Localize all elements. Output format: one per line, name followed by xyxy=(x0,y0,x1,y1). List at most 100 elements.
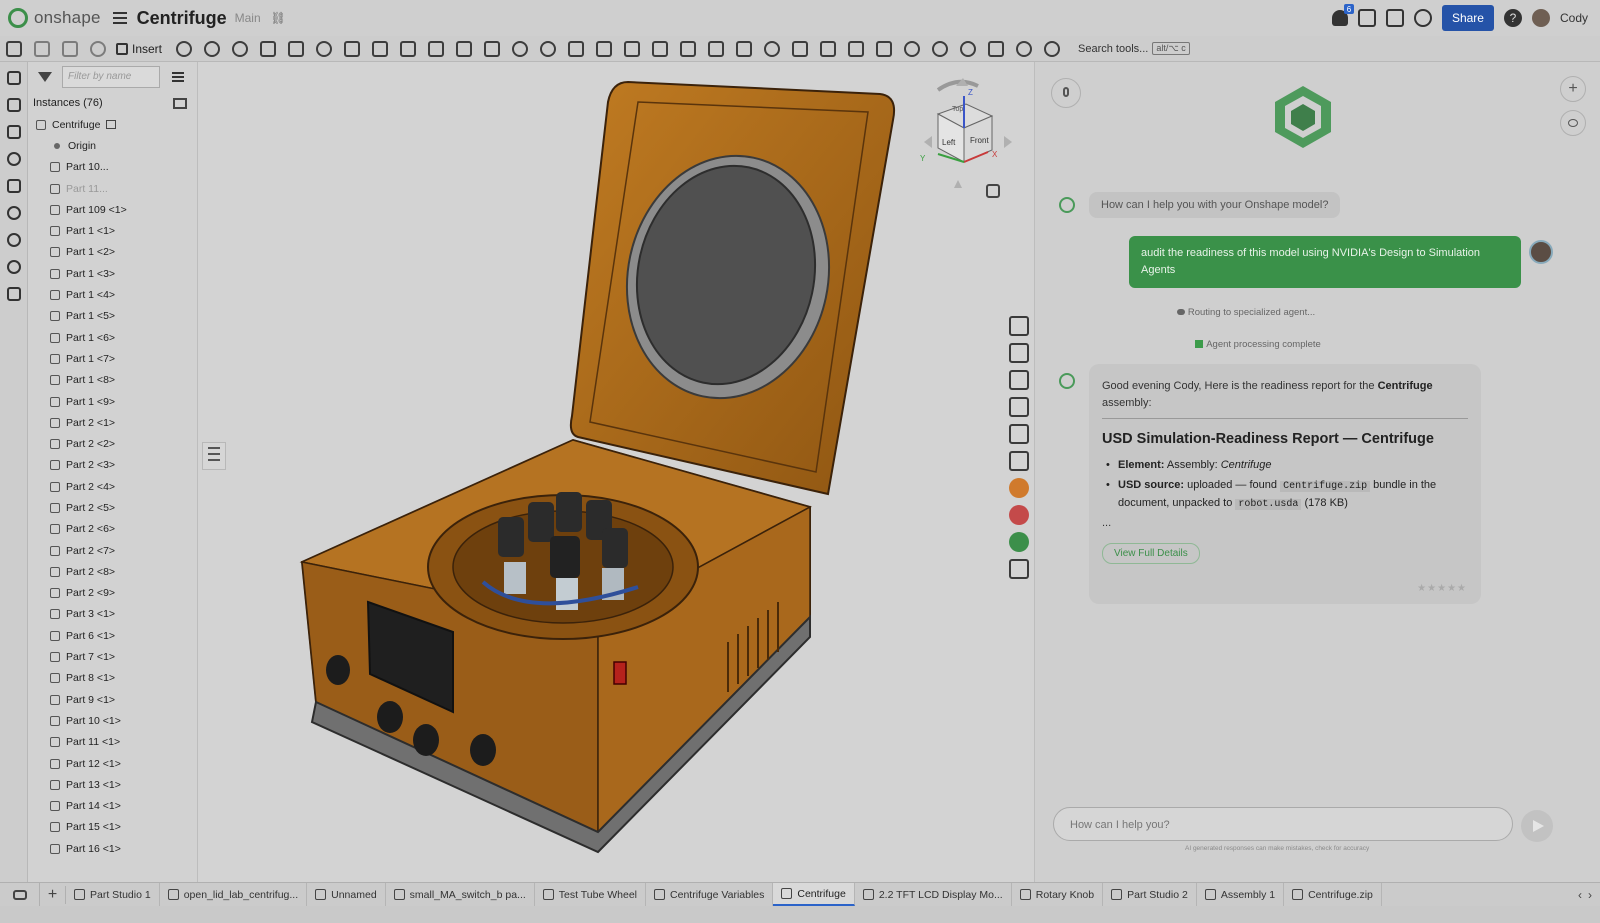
filter-input[interactable]: Filter by name xyxy=(62,66,160,88)
calculator-icon[interactable] xyxy=(1357,9,1376,27)
rating-stars[interactable]: ★★★★★ xyxy=(1417,583,1467,594)
animate-icon[interactable] xyxy=(960,40,977,57)
screw-relation-icon[interactable] xyxy=(624,40,641,57)
cylindrical-mate-icon[interactable] xyxy=(316,40,333,57)
tree-item[interactable]: Part 9 <1> xyxy=(28,689,197,710)
app-store-icon[interactable] xyxy=(1044,40,1061,57)
extensions-icon[interactable] xyxy=(1016,40,1033,57)
element-tab[interactable]: Unnamed xyxy=(307,883,386,906)
notes-icon[interactable] xyxy=(6,179,21,193)
replicate-icon[interactable] xyxy=(176,40,193,57)
tree-item[interactable]: Part 2 <9> xyxy=(28,583,197,604)
tree-item[interactable]: Part 1 <5> xyxy=(28,306,197,327)
bom-icon[interactable] xyxy=(848,40,865,57)
centrifuge-model[interactable] xyxy=(198,62,1034,882)
tree-item[interactable]: Part 12 <1> xyxy=(28,753,197,774)
tab-scroll-right-icon[interactable]: › xyxy=(1588,888,1592,902)
link-icon[interactable]: ⛓ xyxy=(271,11,286,25)
configurations-panel-icon[interactable] xyxy=(1009,370,1029,390)
chat-history-button[interactable] xyxy=(1560,110,1586,136)
ai-assistant-icon[interactable] xyxy=(1009,532,1029,552)
tree-item[interactable]: Part 1 <1> xyxy=(28,220,197,241)
undo-icon[interactable] xyxy=(34,40,50,57)
tangent-mate-icon[interactable] xyxy=(428,40,445,57)
ball-mate-icon[interactable] xyxy=(372,40,389,57)
mass-panel-icon[interactable] xyxy=(1009,424,1029,444)
user-avatar[interactable] xyxy=(1531,9,1550,27)
fastened-mate-icon[interactable] xyxy=(204,40,221,57)
view-options-icon[interactable] xyxy=(986,184,1000,198)
document-title[interactable]: Centrifuge xyxy=(137,8,227,29)
named-views-icon[interactable] xyxy=(820,40,837,57)
element-tab[interactable]: Test Tube Wheel xyxy=(535,883,647,906)
insert-button[interactable]: Insert xyxy=(116,42,162,56)
explode-icon[interactable] xyxy=(708,40,725,57)
tree-item[interactable]: Part 14 <1> xyxy=(28,796,197,817)
relations-icon[interactable] xyxy=(540,40,557,57)
planar-mate-icon[interactable] xyxy=(288,40,305,57)
element-tab[interactable]: Rotary Knob xyxy=(1012,883,1104,906)
parts-icon[interactable] xyxy=(6,206,21,220)
tree-item[interactable]: Part 1 <8> xyxy=(28,370,197,391)
add-element-button[interactable]: + xyxy=(40,885,66,904)
element-tab[interactable]: small_MA_switch_b pa... xyxy=(386,883,535,906)
filter-icon[interactable] xyxy=(38,72,52,82)
chat-input[interactable]: How can I help you? xyxy=(1053,807,1513,841)
tree-item[interactable]: Part 109 <1> xyxy=(28,199,197,220)
search-tools[interactable]: Search tools... alt/⌥ c xyxy=(1078,42,1190,55)
tab-manager[interactable] xyxy=(0,883,40,906)
tree-item[interactable]: Part 2 <8> xyxy=(28,561,197,582)
tree-item[interactable]: Part 1 <9> xyxy=(28,391,197,412)
view-cube[interactable]: Top Left Front X Y Z xyxy=(918,76,1018,194)
simulation-icon[interactable] xyxy=(904,40,921,57)
history-icon[interactable] xyxy=(6,233,21,247)
notes-panel-icon[interactable] xyxy=(1009,559,1029,579)
element-tab[interactable]: Part Studio 2 xyxy=(1103,883,1197,906)
mate-connector-icon[interactable] xyxy=(484,40,501,57)
new-chat-button[interactable]: + xyxy=(1560,76,1586,102)
element-tab[interactable]: 2.2 TFT LCD Display Mo... xyxy=(855,883,1012,906)
interference-icon[interactable] xyxy=(988,40,1005,57)
group-icon[interactable] xyxy=(512,40,529,57)
list-view-icon[interactable] xyxy=(172,72,184,82)
width-mate-icon[interactable] xyxy=(456,40,473,57)
apps-grid-icon[interactable] xyxy=(1385,9,1404,27)
tree-item[interactable]: Part 2 <6> xyxy=(28,519,197,540)
feature-tree-icon[interactable] xyxy=(6,71,21,85)
graphics-viewport[interactable] xyxy=(198,62,1214,916)
section-view-icon[interactable] xyxy=(764,40,781,57)
configuration-icon[interactable] xyxy=(90,40,106,57)
tree-item[interactable]: Part 1 <6> xyxy=(28,327,197,348)
revolute-mate-icon[interactable] xyxy=(232,40,249,57)
learning-center-icon[interactable] xyxy=(1413,9,1432,27)
element-tab[interactable]: Assembly 1 xyxy=(1197,883,1285,906)
element-tab[interactable]: Centrifuge xyxy=(773,883,855,906)
search-icon[interactable] xyxy=(6,260,21,274)
tree-item[interactable]: Part 1 <2> xyxy=(28,242,197,263)
properties-icon[interactable] xyxy=(6,287,21,301)
tree-item[interactable]: Part 10... xyxy=(28,157,197,178)
mate-tree-icon[interactable] xyxy=(6,98,21,112)
views-panel-icon[interactable] xyxy=(1009,451,1029,471)
tree-root-item[interactable]: Centrifuge xyxy=(28,114,197,135)
measure-icon[interactable] xyxy=(736,40,753,57)
tree-item[interactable]: Part 2 <7> xyxy=(28,540,197,561)
redo-icon[interactable] xyxy=(62,40,78,57)
tree-origin-item[interactable]: Origin xyxy=(28,135,197,156)
tree-item[interactable]: Part 11 <1> xyxy=(28,732,197,753)
rack-pinion-icon[interactable] xyxy=(596,40,613,57)
display-states-icon[interactable] xyxy=(792,40,809,57)
mass-properties-icon[interactable] xyxy=(876,40,893,57)
element-tab[interactable]: Centrifuge Variables xyxy=(646,883,774,906)
microphone-button[interactable] xyxy=(1051,78,1081,108)
tree-item[interactable]: Part 13 <1> xyxy=(28,774,197,795)
menu-icon[interactable] xyxy=(112,12,127,24)
tree-item[interactable]: Part 6 <1> xyxy=(28,625,197,646)
properties-panel-icon[interactable] xyxy=(1009,316,1029,336)
render-icon[interactable] xyxy=(932,40,949,57)
tree-item[interactable]: Part 8 <1> xyxy=(28,668,197,689)
appearance-icon[interactable] xyxy=(6,125,21,139)
element-tab[interactable]: open_lid_lab_centrifug... xyxy=(160,883,308,906)
tree-item[interactable]: Part 2 <1> xyxy=(28,412,197,433)
pin-slot-mate-icon[interactable] xyxy=(344,40,361,57)
